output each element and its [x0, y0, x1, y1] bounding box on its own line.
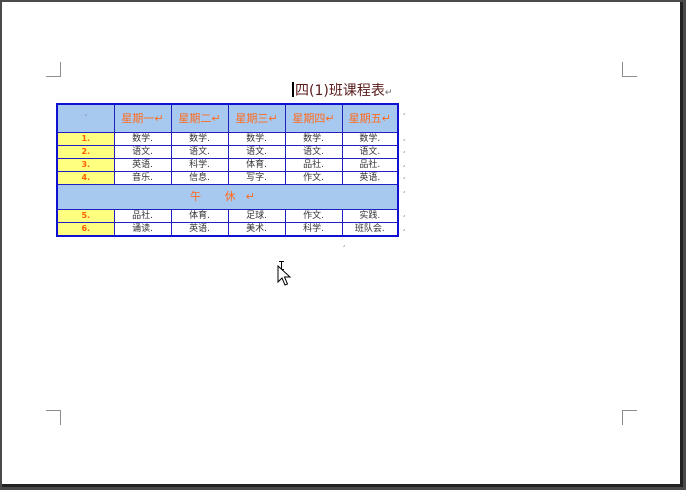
class-cell[interactable]: 写字.: [227, 171, 286, 185]
period-number-cell[interactable]: 1.: [56, 132, 115, 146]
table-row: 2. 语文. 语文. 语文. 语文. 语文.: [56, 145, 399, 159]
row-end-mark: ¸: [402, 158, 406, 167]
header-cell[interactable]: 星期一↵: [113, 103, 172, 133]
class-cell[interactable]: 数学.: [341, 132, 399, 146]
class-cell[interactable]: 足球.: [227, 209, 286, 223]
schedule-table[interactable]: ¸ 星期一↵ 星期二↵ 星期三↵ 星期四↵ 星期五↵ 1. 数学. 数学. 数学…: [56, 103, 399, 237]
header-cell[interactable]: 星期二↵: [170, 103, 229, 133]
class-cell[interactable]: 英语.: [170, 222, 229, 237]
class-cell[interactable]: 数学.: [113, 132, 172, 146]
class-cell[interactable]: 作文.: [284, 171, 343, 185]
table-row: 6. 诵读. 英语. 美术. 科学. 班队会.: [56, 222, 399, 237]
class-cell[interactable]: 语文.: [113, 145, 172, 159]
class-cell[interactable]: 体育.: [170, 209, 229, 223]
class-cell[interactable]: 语文.: [341, 145, 399, 159]
lunch-break-cell[interactable]: 午 休↵: [56, 184, 399, 210]
class-cell[interactable]: 英语.: [341, 171, 399, 185]
document-title[interactable]: 四(1)班课程表↵: [292, 80, 392, 100]
header-cell[interactable]: 星期四↵: [284, 103, 343, 133]
period-number-cell[interactable]: 3.: [56, 158, 115, 172]
class-cell[interactable]: 诵读.: [113, 222, 172, 237]
row-end-mark: ¸: [402, 132, 406, 141]
class-cell[interactable]: 音乐.: [113, 171, 172, 185]
paragraph-mark: ↵: [384, 88, 393, 98]
class-cell[interactable]: 作文.: [284, 209, 343, 223]
class-cell[interactable]: 品社.: [341, 158, 399, 172]
class-cell[interactable]: 科学.: [284, 222, 343, 237]
class-cell[interactable]: 美术.: [227, 222, 286, 237]
class-cell[interactable]: 实践.: [341, 209, 399, 223]
class-cell[interactable]: 数学.: [227, 132, 286, 146]
period-number-cell[interactable]: 4.: [56, 171, 115, 185]
class-cell[interactable]: 英语.: [113, 158, 172, 172]
period-number-cell[interactable]: 2.: [56, 145, 115, 159]
header-cell[interactable]: 星期五↵: [341, 103, 399, 133]
table-corner-cell[interactable]: ¸: [56, 103, 115, 133]
document-page[interactable]: 四(1)班课程表↵ ¸ 星期一↵ 星期二↵ 星期三↵ 星期四↵ 星期五↵ 1. …: [2, 2, 683, 487]
table-row: 5. 品社. 体育. 足球. 作文. 实践.: [56, 209, 399, 223]
crop-mark-bottom-left: [46, 410, 61, 425]
period-number-cell[interactable]: 5.: [56, 209, 115, 223]
class-cell[interactable]: 体育.: [227, 158, 286, 172]
row-end-mark: ¸: [402, 170, 406, 179]
class-cell[interactable]: 科学.: [170, 158, 229, 172]
lunch-break-row: 午 休↵: [56, 184, 399, 210]
class-cell[interactable]: 语文.: [284, 145, 343, 159]
class-cell[interactable]: 数学.: [170, 132, 229, 146]
class-cell[interactable]: 语文.: [227, 145, 286, 159]
crop-mark-top-left: [46, 62, 61, 77]
row-end-mark: ¸: [402, 208, 406, 217]
table-row: 1. 数学. 数学. 数学. 数学. 数学.: [56, 132, 399, 146]
header-cell[interactable]: 星期三↵: [227, 103, 286, 133]
class-cell[interactable]: 品社.: [284, 158, 343, 172]
class-cell[interactable]: 品社.: [113, 209, 172, 223]
row-end-mark: ¸: [402, 222, 406, 231]
table-row: 3. 英语. 科学. 体育. 品社. 品社.: [56, 158, 399, 172]
table-row: 4. 音乐. 信息. 写字. 作文. 英语.: [56, 171, 399, 185]
row-end-mark: ¸: [402, 106, 406, 115]
class-cell[interactable]: 班队会.: [341, 222, 399, 237]
crop-mark-bottom-right: [622, 410, 637, 425]
mouse-pointer-icon: [277, 265, 291, 286]
paragraph-end-mark: ¸: [342, 238, 346, 247]
class-cell[interactable]: 语文.: [170, 145, 229, 159]
row-end-mark: ¸: [402, 144, 406, 153]
class-cell[interactable]: 信息.: [170, 171, 229, 185]
class-cell[interactable]: 数学.: [284, 132, 343, 146]
row-end-mark: ¸: [402, 184, 406, 193]
text-caret: [292, 82, 294, 97]
table-header-row: ¸ 星期一↵ 星期二↵ 星期三↵ 星期四↵ 星期五↵: [56, 103, 399, 133]
crop-mark-top-right: [622, 62, 637, 77]
period-number-cell[interactable]: 6.: [56, 222, 115, 237]
document-title-text: 四(1)班课程表: [295, 83, 385, 99]
